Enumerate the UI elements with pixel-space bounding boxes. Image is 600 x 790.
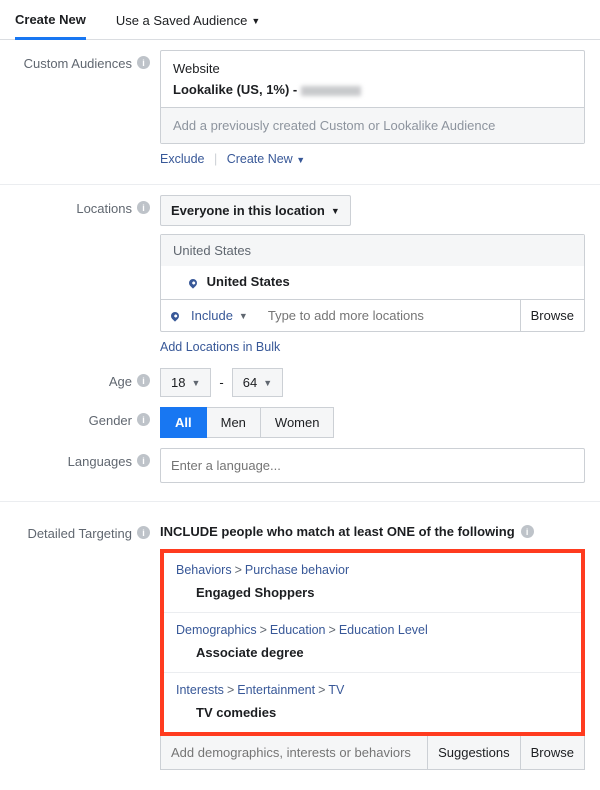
caret-down-icon: ▼ (251, 16, 260, 26)
gender-men-button[interactable]: Men (206, 407, 261, 438)
targeting-breadcrumb[interactable]: Behaviors>Purchase behavior (176, 563, 569, 577)
pin-icon (169, 310, 180, 321)
age-max-value: 64 (243, 375, 257, 390)
age-label: Age (109, 374, 132, 389)
tab-create-new[interactable]: Create New (15, 0, 86, 40)
location-country-text: United States (207, 274, 290, 289)
location-group: United States (161, 235, 584, 266)
age-max-dropdown[interactable]: 64 ▼ (232, 368, 283, 397)
browse-button[interactable]: Browse (520, 736, 584, 769)
gender-women-button[interactable]: Women (260, 407, 335, 438)
info-icon[interactable]: i (137, 201, 150, 214)
gender-all-button[interactable]: All (160, 407, 207, 438)
age-dash: - (219, 375, 223, 390)
caret-down-icon: ▼ (239, 311, 248, 321)
create-new-text: Create New (227, 152, 293, 166)
location-scope-text: Everyone in this location (171, 203, 325, 218)
lookalike-name: Lookalike (US, 1%) - (173, 82, 297, 97)
caret-down-icon: ▼ (296, 155, 305, 165)
include-dropdown[interactable]: Include ▼ (161, 300, 258, 331)
pin-icon (187, 277, 198, 288)
exclude-link[interactable]: Exclude (160, 152, 204, 166)
caret-down-icon: ▼ (331, 206, 340, 216)
add-locations-bulk-link[interactable]: Add Locations in Bulk (160, 340, 280, 354)
location-country[interactable]: United States (161, 266, 584, 299)
audience-source: Website (173, 61, 572, 76)
language-input[interactable] (160, 448, 585, 483)
age-min-value: 18 (171, 375, 185, 390)
caret-down-icon: ▼ (191, 378, 200, 388)
info-icon[interactable]: i (137, 374, 150, 387)
include-text: Include (191, 308, 233, 323)
location-browse-button[interactable]: Browse (520, 300, 584, 331)
tab-saved-label: Use a Saved Audience (116, 13, 248, 28)
suggestions-button[interactable]: Suggestions (427, 736, 520, 769)
info-icon[interactable]: i (521, 525, 534, 538)
detailed-header: INCLUDE people who match at least ONE of… (160, 524, 515, 539)
tab-saved-audience[interactable]: Use a Saved Audience ▼ (116, 1, 260, 38)
audience-add-placeholder[interactable]: Add a previously created Custom or Looka… (161, 107, 584, 143)
info-icon[interactable]: i (137, 413, 150, 426)
location-input[interactable] (258, 300, 520, 331)
targeting-breadcrumb[interactable]: Demographics>Education>Education Level (176, 623, 569, 637)
gender-label: Gender (89, 413, 132, 428)
separator: | (214, 152, 217, 166)
custom-audiences-label: Custom Audiences (24, 56, 132, 71)
detailed-input[interactable] (161, 736, 427, 769)
detailed-targeting-label: Detailed Targeting (27, 526, 132, 541)
create-new-link[interactable]: Create New ▼ (227, 152, 305, 166)
targeting-value[interactable]: Engaged Shoppers (176, 577, 569, 610)
info-icon[interactable]: i (137, 56, 150, 69)
locations-label: Locations (76, 201, 132, 216)
info-icon[interactable]: i (137, 526, 150, 539)
targeting-breadcrumb[interactable]: Interests>Entertainment>TV (176, 683, 569, 697)
info-icon[interactable]: i (137, 454, 150, 467)
caret-down-icon: ▼ (263, 378, 272, 388)
location-scope-dropdown[interactable]: Everyone in this location ▼ (160, 195, 351, 226)
redacted-text (301, 86, 361, 96)
languages-label: Languages (68, 454, 132, 469)
targeting-value[interactable]: TV comedies (176, 697, 569, 730)
targeting-value[interactable]: Associate degree (176, 637, 569, 670)
age-min-dropdown[interactable]: 18 ▼ (160, 368, 211, 397)
